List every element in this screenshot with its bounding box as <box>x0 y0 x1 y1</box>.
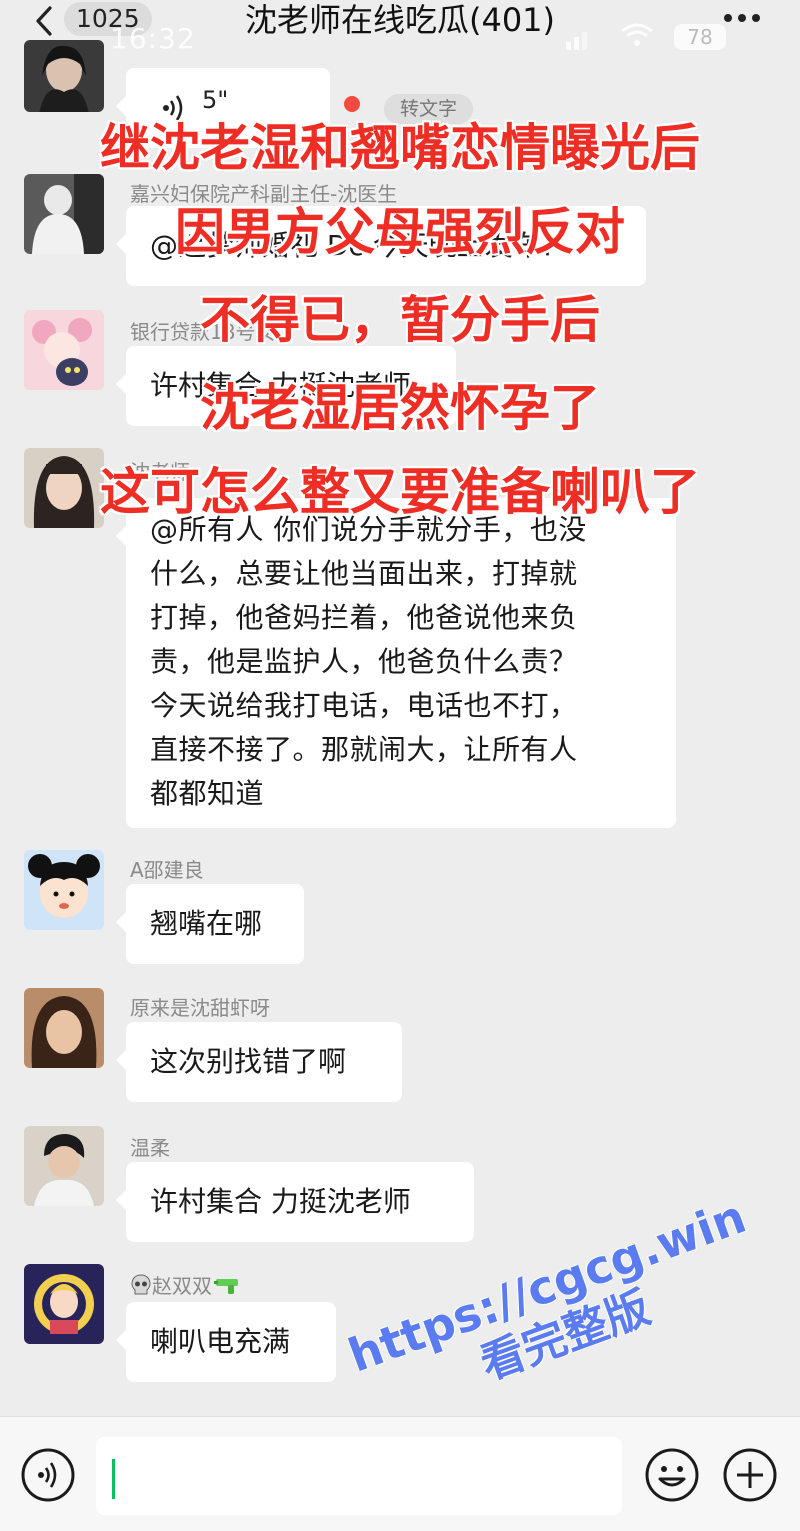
message-bubble[interactable]: @所有人 你们说分手就分手，也没 什么，总要让他当面出来，打掉就 打掉，他爸妈拦… <box>116 498 676 828</box>
overlay-caption-line: 因男方父母强烈反对 <box>175 203 625 261</box>
more-dots-icon[interactable] <box>722 12 762 24</box>
overlay-caption-line: 继沈老湿和翘嘴恋情曝光后 <box>100 119 700 177</box>
overlay-caption-line: 沈老湿居然怀孕了 <box>200 379 600 437</box>
voice-duration: 5" <box>202 86 229 114</box>
sender-name: A邵建良 <box>130 858 204 882</box>
avatar[interactable] <box>24 40 104 112</box>
emoji-icon[interactable] <box>644 1447 700 1503</box>
plus-circle-icon[interactable] <box>722 1447 778 1503</box>
message-bubble[interactable]: 喇叭电充满 <box>116 1302 336 1382</box>
sender-name: 温柔 <box>130 1136 170 1160</box>
unread-dot <box>344 96 360 112</box>
input-bar <box>0 1416 800 1531</box>
skull-emoji-icon <box>130 1274 152 1296</box>
chat-header: 1025 16:32 沈老师在线吃瓜(401) 78 <box>0 0 800 60</box>
message-line: 什么，总要让他当面出来，打掉就 <box>150 557 578 590</box>
message-bubble[interactable]: 这次别找错了啊 <box>116 1022 402 1102</box>
avatar[interactable] <box>24 988 104 1068</box>
overlay-caption-line: 这可怎么整又要准备喇叭了 <box>100 463 700 521</box>
sender-name-text: 赵双双 <box>152 1274 212 1298</box>
avatar[interactable] <box>24 1126 104 1206</box>
avatar[interactable] <box>24 850 104 930</box>
wifi-icon <box>621 23 653 46</box>
chat-title: 沈老师在线吃瓜(401) <box>244 1 556 39</box>
message-bubble[interactable]: 许村集合 力挺沈老师 <box>116 1162 474 1242</box>
battery-indicator: 78 <box>674 24 726 50</box>
message-line: 今天说给我打电话，电话也不打， <box>150 689 578 722</box>
chevron-left-icon[interactable] <box>30 4 60 38</box>
text-caret <box>112 1459 115 1499</box>
water-gun-emoji-icon <box>214 1274 240 1296</box>
message-bubble[interactable]: 翘嘴在哪 <box>116 884 304 964</box>
message-line: 打掉，他爸妈拦着，他爸说他来负 <box>150 601 578 634</box>
avatar[interactable] <box>24 1264 104 1344</box>
message-line: 责，他是监护人，他爸负什么责？ <box>150 645 578 678</box>
message-line: 直接不接了。那就闹大，让所有人 <box>150 733 578 766</box>
sender-name: 赵双双 <box>130 1270 240 1299</box>
sender-name: 原来是沈甜虾呀 <box>130 996 270 1020</box>
overlay-caption-line: 不得已，暂分手后 <box>200 291 600 349</box>
voice-toggle-icon[interactable] <box>20 1447 76 1503</box>
message-input[interactable] <box>96 1437 622 1515</box>
signal-icon <box>566 32 587 50</box>
message-line: 都都知道 <box>150 777 265 810</box>
